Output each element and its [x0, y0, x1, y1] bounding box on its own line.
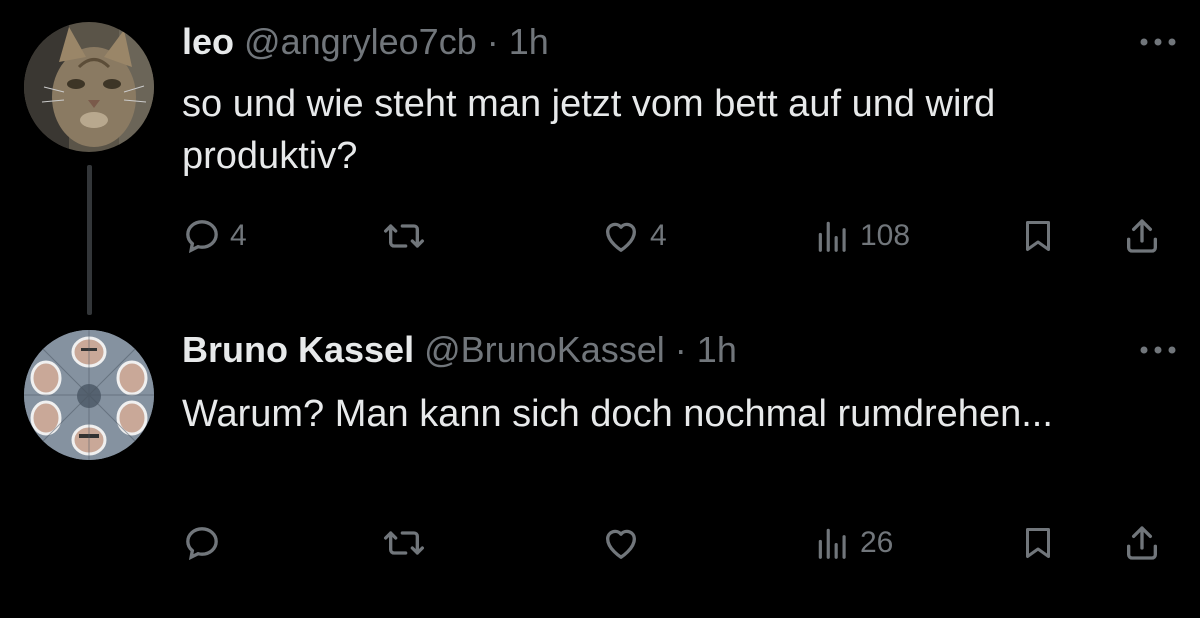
- views-button[interactable]: 108: [814, 216, 910, 256]
- view-count: 26: [860, 526, 894, 559]
- cat-avatar-icon: [24, 22, 154, 152]
- share-button[interactable]: [1122, 523, 1162, 563]
- heart-icon: [606, 222, 636, 252]
- more-dots-icon: [1140, 38, 1176, 46]
- heart-icon: [606, 529, 636, 559]
- bookmark-icon: [1026, 528, 1050, 558]
- reply-button[interactable]: [182, 523, 230, 563]
- user-avatar-leo[interactable]: [24, 22, 154, 152]
- tweet-header: leo @angryleo7cb · 1h: [182, 20, 549, 64]
- tweet-text: Warum? Man kann sich doch nochmal rumdre…: [182, 393, 1053, 435]
- repost-icon: [383, 531, 424, 555]
- timestamp[interactable]: 1h: [697, 329, 737, 370]
- user-handle[interactable]: @angryleo7cb: [244, 21, 477, 62]
- views-chart-icon: [818, 528, 846, 559]
- user-avatar-bruno-kassel[interactable]: [24, 330, 154, 460]
- share-button[interactable]: [1122, 216, 1162, 256]
- views-chart-icon: [818, 221, 846, 252]
- repost-button[interactable]: [382, 216, 434, 256]
- share-icon: [1127, 219, 1157, 253]
- tweet-header: Bruno Kassel @BrunoKassel · 1h: [182, 328, 737, 372]
- more-options-button[interactable]: [1138, 32, 1178, 52]
- display-name[interactable]: leo: [182, 21, 234, 62]
- view-count: 108: [860, 219, 911, 252]
- tweet-actions: 4 4 108: [182, 216, 1172, 256]
- reply-button[interactable]: 4: [182, 216, 247, 256]
- like-button[interactable]: 4: [600, 216, 667, 256]
- more-options-button[interactable]: [1138, 340, 1178, 360]
- views-button[interactable]: 26: [814, 523, 893, 563]
- display-name[interactable]: Bruno Kassel: [182, 329, 414, 370]
- share-icon: [1127, 526, 1157, 560]
- reply-count: 4: [230, 219, 247, 252]
- kaleidoscope-face-avatar-icon: [24, 330, 154, 460]
- tweet-2[interactable]: Bruno Kassel @BrunoKassel · 1h Warum? Ma…: [0, 318, 1200, 618]
- separator-dot: ·: [486, 21, 499, 62]
- tweet-1[interactable]: leo @angryleo7cb · 1h so und wie steht m…: [0, 0, 1200, 315]
- like-button[interactable]: [600, 523, 650, 563]
- timestamp[interactable]: 1h: [509, 21, 549, 62]
- bookmark-button[interactable]: [1020, 523, 1056, 563]
- thread-connector-line: [87, 165, 92, 315]
- more-dots-icon: [1140, 346, 1176, 354]
- reply-icon: [186, 527, 218, 561]
- repost-icon: [383, 224, 424, 248]
- bookmark-button[interactable]: [1020, 216, 1056, 256]
- tweet-text: so und wie steht man jetzt vom bett auf …: [182, 83, 996, 177]
- reply-icon: [186, 220, 218, 254]
- tweet-actions: 26: [182, 523, 1172, 563]
- like-count: 4: [650, 219, 667, 252]
- user-handle[interactable]: @BrunoKassel: [424, 329, 665, 370]
- separator-dot: ·: [674, 329, 687, 370]
- bookmark-icon: [1026, 221, 1050, 251]
- repost-button[interactable]: [382, 523, 434, 563]
